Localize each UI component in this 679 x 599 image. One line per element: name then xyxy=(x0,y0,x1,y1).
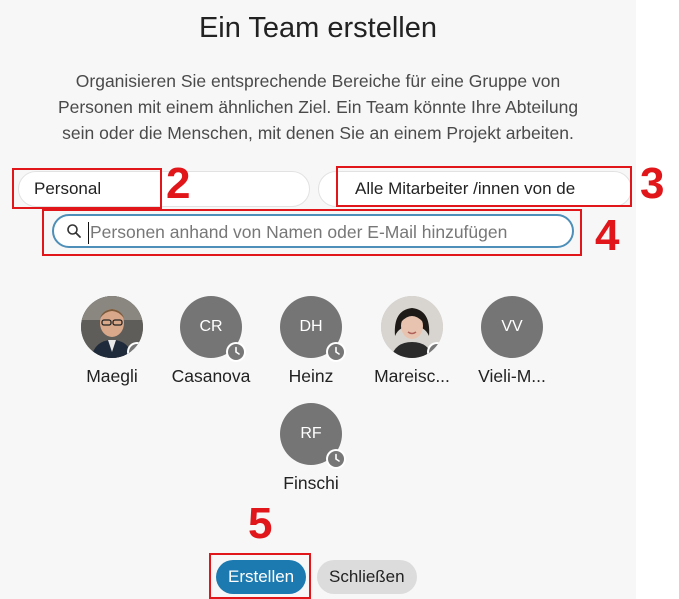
description-line: sein oder die Menschen, mit denen Sie an… xyxy=(62,123,574,143)
clock-icon xyxy=(427,342,443,358)
member-name: Heinz xyxy=(288,366,334,386)
member-name: Casanova xyxy=(171,366,251,386)
description-line: Personen mit einem ähnlichen Ziel. Ein T… xyxy=(57,97,579,117)
annotation-box-2 xyxy=(12,168,162,209)
description-line: Organisieren Sie entsprechende Bereiche … xyxy=(75,71,561,91)
avatar-initials: VV xyxy=(501,318,523,335)
member-maegli[interactable]: Maegli xyxy=(67,296,157,387)
dialog-description: Organisieren Sie entsprechende Bereiche … xyxy=(0,68,636,146)
member-mareisc[interactable]: Mareisc... xyxy=(367,296,457,387)
dialog-title: Ein Team erstellen xyxy=(198,12,438,44)
avatar xyxy=(81,296,143,358)
clock-icon xyxy=(326,449,346,469)
avatar: CR xyxy=(180,296,246,362)
annotation-box-4 xyxy=(42,209,582,256)
avatar xyxy=(381,296,443,358)
annotation-box-3 xyxy=(336,166,632,207)
avatar: DH xyxy=(280,296,346,362)
annotation-number-5: 5 xyxy=(248,499,273,548)
member-name: Finschi xyxy=(283,473,339,493)
avatar-initials: DH xyxy=(299,318,323,335)
avatar-initials: CR xyxy=(199,318,223,335)
member-name: Mareisc... xyxy=(374,366,450,386)
member-heinz[interactable]: DH Heinz xyxy=(266,296,356,387)
member-finschi[interactable]: RF Finschi xyxy=(266,403,356,494)
avatar-initials: RF xyxy=(300,425,322,442)
close-button[interactable]: Schließen xyxy=(317,560,417,594)
avatar: RF xyxy=(280,403,346,469)
member-name: Vieli-M... xyxy=(478,366,546,386)
annotation-number-4: 4 xyxy=(595,211,620,260)
avatar: VV xyxy=(481,296,543,358)
clock-icon xyxy=(127,342,143,358)
clock-icon xyxy=(326,342,346,362)
annotation-number-3: 3 xyxy=(640,159,665,208)
annotation-box-5 xyxy=(209,553,311,599)
clock-icon xyxy=(226,342,246,362)
member-name: Maegli xyxy=(86,366,138,386)
member-vieli[interactable]: VV Vieli-M... xyxy=(467,296,557,387)
member-casanova[interactable]: CR Casanova xyxy=(166,296,256,387)
annotation-number-2: 2 xyxy=(166,159,191,208)
